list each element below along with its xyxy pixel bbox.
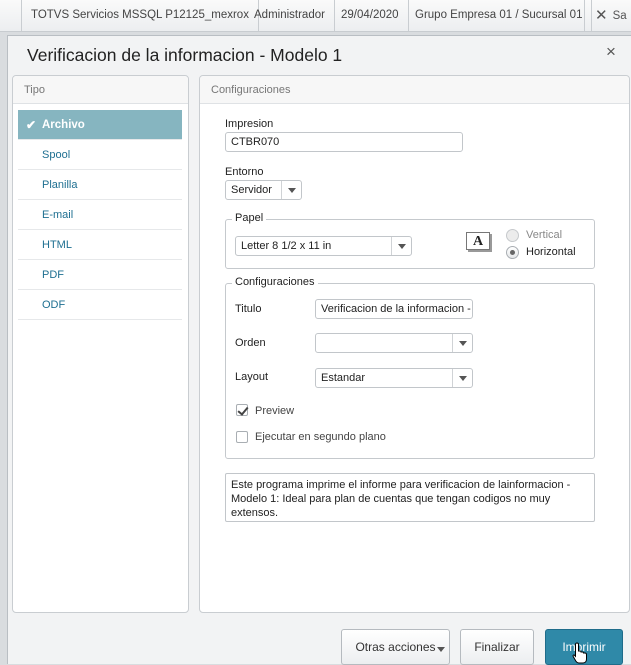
exit-label: Sa	[612, 10, 627, 22]
tipo-item-label: HTML	[42, 239, 72, 251]
close-icon: ✕	[595, 7, 608, 24]
preview-label: Preview	[255, 405, 295, 417]
company-label: Grupo Empresa 01 / Sucursal 01	[406, 0, 593, 31]
tipo-item-label: Archivo	[42, 119, 85, 131]
segundo-plano-label: Ejecutar en segundo plano	[255, 431, 386, 443]
tipo-list: ✔ Archivo Spool Planilla E-mail HTML PDF…	[18, 110, 182, 320]
dialog-title: Verificacion de la informacion - Modelo …	[27, 45, 343, 65]
description-memo[interactable]: Este programa imprime el informe para ve…	[225, 473, 595, 522]
impresion-label: Impresion	[225, 118, 274, 130]
exit-button[interactable]: ✕ Sa	[584, 0, 627, 31]
chevron-down-icon	[437, 647, 445, 652]
segundo-plano-checkbox[interactable]	[236, 431, 248, 443]
tipo-item-odf[interactable]: ODF	[18, 290, 182, 320]
otras-acciones-button[interactable]: Otras acciones	[341, 629, 450, 665]
sub-configuraciones-group: Configuraciones Titulo Verificacion de l…	[225, 276, 595, 459]
horizontal-label: Horizontal	[526, 246, 576, 258]
papel-legend: Papel	[232, 212, 267, 224]
tipo-item-label: ODF	[42, 299, 66, 311]
tipo-item-label: Planilla	[42, 179, 78, 191]
chevron-down-icon	[391, 237, 411, 255]
environment-label: TOTVS Servicios MSSQL P12125_mexrox	[22, 0, 259, 31]
paper-size-select[interactable]: Letter 8 1/2 x 11 in	[235, 236, 412, 256]
titulo-label: Titulo	[235, 303, 262, 315]
user-label: Administrador	[245, 0, 335, 31]
impresion-field[interactable]: CTBR070	[225, 132, 463, 152]
preview-checkbox[interactable]	[236, 404, 248, 416]
entorno-value: Servidor	[231, 184, 272, 196]
configuraciones-header: Configuraciones	[200, 76, 629, 104]
top-status-bar: TOTVS Servicios MSSQL P12125_mexrox Admi…	[0, 0, 631, 32]
hand-cursor-icon	[572, 642, 587, 664]
layout-select[interactable]: Estandar	[315, 368, 473, 388]
layout-value: Estandar	[321, 372, 366, 384]
checkmark-icon: ✔	[26, 118, 37, 132]
tipo-item-spool[interactable]: Spool	[18, 140, 182, 170]
dialog-close-button[interactable]: ×	[606, 42, 616, 62]
tipo-item-planilla[interactable]: Planilla	[18, 170, 182, 200]
tipo-panel: Tipo ✔ Archivo Spool Planilla E-mail HTM…	[12, 75, 189, 613]
configuraciones-panel: Configuraciones Impresion CTBR070 Entorn…	[199, 75, 630, 613]
chevron-down-icon	[452, 369, 472, 387]
tipo-item-label: E-mail	[42, 209, 74, 221]
tipo-item-pdf[interactable]: PDF	[18, 260, 182, 290]
titulo-field[interactable]: Verificacion de la informacion -	[315, 299, 473, 319]
orden-select[interactable]	[315, 333, 473, 353]
page-orientation-icon: A	[466, 232, 490, 250]
otras-acciones-label: Otras acciones	[355, 640, 436, 654]
sub-configuraciones-legend: Configuraciones	[232, 276, 318, 288]
entorno-label: Entorno	[225, 166, 264, 178]
tipo-item-archivo[interactable]: ✔ Archivo	[18, 110, 182, 140]
print-dialog: Verificacion de la informacion - Modelo …	[7, 35, 631, 665]
finalizar-button[interactable]: Finalizar	[460, 629, 534, 665]
entorno-select[interactable]: Servidor	[225, 180, 302, 200]
tipo-item-email[interactable]: E-mail	[18, 200, 182, 230]
horizontal-radio[interactable]	[506, 246, 519, 259]
tipo-item-label: Spool	[42, 149, 71, 161]
tipo-header: Tipo	[13, 76, 188, 104]
chevron-down-icon	[281, 181, 301, 199]
orden-label: Orden	[235, 337, 266, 349]
menu-handle[interactable]	[0, 0, 22, 31]
chevron-down-icon	[452, 334, 472, 352]
paper-size-value: Letter 8 1/2 x 11 in	[241, 240, 332, 252]
papel-group: Papel Letter 8 1/2 x 11 in A Vertical Ho…	[225, 212, 595, 269]
vertical-label: Vertical	[526, 229, 563, 241]
date-label: 29/04/2020	[332, 0, 409, 31]
layout-label: Layout	[235, 371, 269, 383]
tipo-item-label: PDF	[42, 269, 64, 281]
vertical-radio[interactable]	[506, 229, 519, 242]
tipo-item-html[interactable]: HTML	[18, 230, 182, 260]
